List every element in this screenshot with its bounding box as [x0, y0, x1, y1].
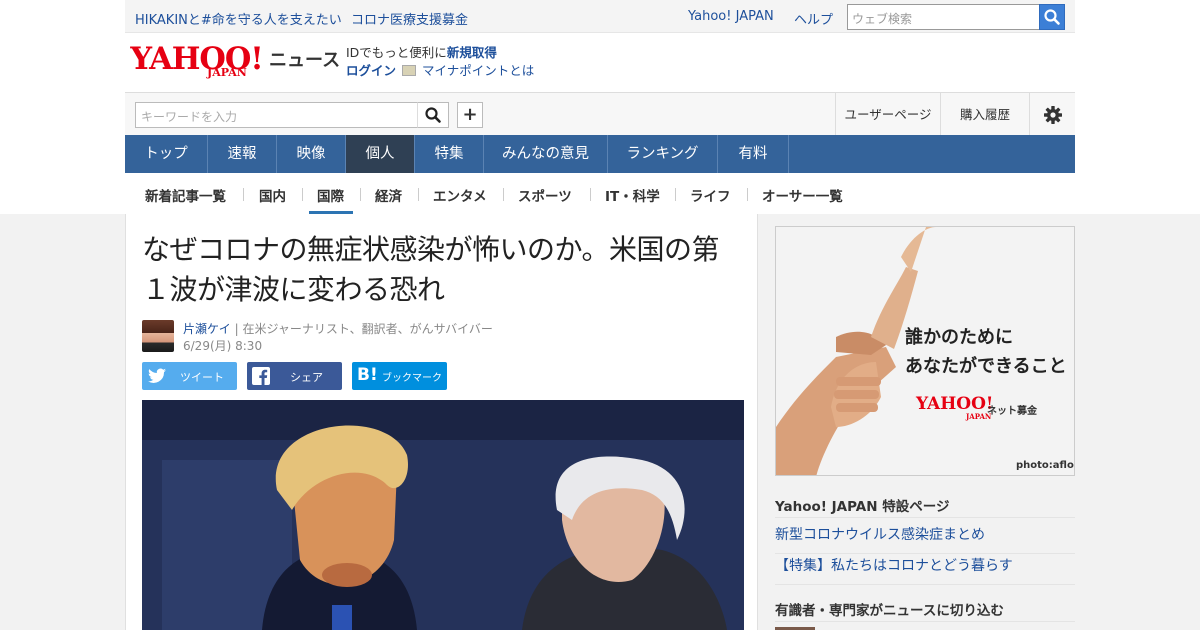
hatena-label: ブックマーク: [382, 373, 442, 384]
covid-donation-link[interactable]: コロナ医療支援募金: [351, 9, 468, 28]
subnav-authors[interactable]: オーサー一覧: [762, 185, 843, 205]
article-photo[interactable]: [142, 400, 744, 630]
gear-icon: [1043, 106, 1062, 124]
subnav-life[interactable]: ライフ: [690, 185, 731, 205]
mynapoint-link[interactable]: マイナポイントとは: [422, 63, 534, 78]
id-promo-text: IDでもっと便利に: [346, 45, 447, 60]
tab-ranking[interactable]: ランキング: [608, 135, 718, 173]
subnav-new-articles[interactable]: 新着記事一覧: [145, 185, 226, 205]
subnav-international[interactable]: 国際: [317, 185, 344, 205]
tab-paid[interactable]: 有料: [718, 135, 789, 173]
hikakin-link[interactable]: HIKAKINと#命を守る人を支えたい: [135, 9, 342, 28]
id-promo: IDでもっと便利に新規取得: [346, 42, 497, 61]
main-nav: トップ 速報 映像 個人 特集 みんなの意見 ランキング 有料: [125, 135, 1075, 173]
subnav-divider: [302, 188, 303, 201]
tweet-button[interactable]: ツイート: [142, 362, 237, 390]
ad-yahoo-logo: YAHOO!: [916, 394, 994, 414]
subnav-domestic[interactable]: 国内: [259, 185, 286, 205]
tab-top[interactable]: トップ: [125, 135, 208, 173]
ad-headline-2: あなたができること: [905, 356, 1067, 377]
subnav-sports[interactable]: スポーツ: [518, 185, 572, 205]
subnav-divider: [503, 188, 504, 201]
experts-heading: 有識者・専門家がニュースに切り込む: [775, 603, 1004, 619]
login-link[interactable]: ログイン: [346, 63, 396, 78]
tweet-label: ツイート: [180, 371, 224, 384]
subnav-economy[interactable]: 経済: [375, 185, 402, 205]
subnav-divider: [675, 188, 676, 201]
article: なぜコロナの無症状感染が怖いのか。米国の第１波が津波に変わる恐れ 片瀬ケイ | …: [125, 214, 758, 630]
utility-bar: HIKAKINと#命を守る人を支えたい コロナ医療支援募金 Yahoo! JAP…: [125, 0, 1075, 33]
tab-breaking[interactable]: 速報: [208, 135, 277, 173]
facebook-icon: [252, 367, 270, 385]
covid-summary-link[interactable]: 新型コロナウイルス感染症まとめ: [775, 524, 1075, 554]
purchase-history-button[interactable]: 購入履歴: [940, 93, 1029, 136]
donation-banner-ad[interactable]: 誰かのために あなたができること YAHOO! JAPAN ネット募金 phot…: [775, 226, 1075, 476]
sub-nav: 新着記事一覧 国内 国際 経済 エンタメ スポーツ IT・科学 ライフ オーサー…: [125, 173, 1075, 214]
subnav-it-science[interactable]: IT・科学: [605, 185, 660, 205]
add-button[interactable]: +: [457, 102, 483, 128]
press-briefing-photo: [142, 400, 744, 630]
tab-features[interactable]: 特集: [415, 135, 484, 173]
search-icon: [425, 107, 441, 123]
tab-opinions[interactable]: みんなの意見: [484, 135, 608, 173]
search-icon: [1044, 9, 1060, 25]
subnav-divider: [747, 188, 748, 201]
news-section-title[interactable]: ニュース: [269, 46, 340, 72]
sidebar-divider: [775, 517, 1075, 518]
yahoo-logo-sub: JAPAN: [207, 66, 247, 79]
signup-link[interactable]: 新規取得: [447, 45, 497, 60]
author-avatar[interactable]: [142, 320, 174, 352]
ad-photo-credit: photo:aflo: [1016, 460, 1074, 471]
web-search-button[interactable]: [1039, 4, 1065, 30]
help-link[interactable]: ヘルプ: [794, 9, 833, 28]
ad-headline-1: 誰かのために: [905, 327, 1013, 348]
subnav-divider: [418, 188, 419, 201]
ad-service-name: ネット募金: [987, 406, 1037, 417]
keyword-input[interactable]: キーワードを入力: [135, 102, 418, 128]
yahoo-japan-link[interactable]: Yahoo! JAPAN: [688, 9, 774, 24]
author-line: 片瀬ケイ | 在米ジャーナリスト、翻訳者、がんサバイバー: [183, 320, 493, 337]
author-description: | 在米ジャーナリスト、翻訳者、がんサバイバー: [230, 322, 493, 336]
sidebar-divider: [775, 621, 1075, 622]
hatena-icon: B!: [357, 365, 378, 385]
subnav-divider: [590, 188, 591, 201]
settings-button[interactable]: [1029, 93, 1075, 136]
keyword-search-bar: キーワードを入力 + ユーザーページ 購入履歴: [125, 92, 1075, 136]
mynumber-card-icon: [402, 65, 417, 76]
user-page-button[interactable]: ユーザーページ: [835, 93, 940, 136]
facebook-share-button[interactable]: シェア: [247, 362, 342, 390]
login-row: ログイン マイナポイントとは: [346, 60, 534, 79]
web-search-input[interactable]: ウェブ検索: [847, 4, 1040, 30]
keyword-search-button[interactable]: [417, 102, 449, 128]
author-name-link[interactable]: 片瀬ケイ: [183, 322, 231, 336]
covid-life-feature-link[interactable]: 【特集】私たちはコロナとどう暮らす: [775, 555, 1075, 585]
facebook-share-label: シェア: [290, 371, 323, 384]
article-title: なぜコロナの無症状感染が怖いのか。米国の第１波が津波に変わる恐れ: [142, 233, 719, 306]
article-date: 6/29(月) 8:30: [183, 339, 263, 353]
subnav-entertainment[interactable]: エンタメ: [433, 185, 487, 205]
twitter-bird-icon: [148, 368, 166, 383]
special-pages-heading: Yahoo! JAPAN 特設ページ: [775, 499, 950, 515]
hatena-bookmark-button[interactable]: B! ブックマーク: [352, 362, 447, 390]
subnav-divider: [243, 188, 244, 201]
tab-individual[interactable]: 個人: [346, 135, 415, 173]
logo-row: YAHOO! JAPAN ニュース IDでもっと便利に新規取得 ログイン マイナポ…: [125, 33, 1075, 92]
tab-video[interactable]: 映像: [277, 135, 346, 173]
subnav-divider: [360, 188, 361, 201]
